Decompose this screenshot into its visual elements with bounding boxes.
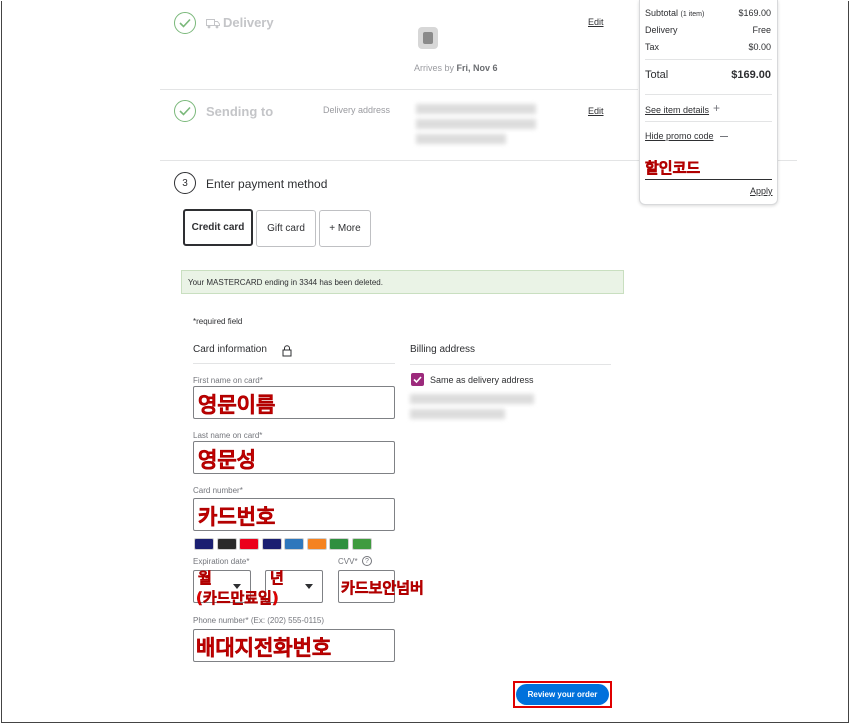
sending-complete-check-icon: [174, 100, 196, 122]
tab-more[interactable]: + More: [319, 210, 371, 247]
same-as-delivery-label: Same as delivery address: [430, 375, 534, 385]
tab-credit-card[interactable]: Credit card: [183, 209, 253, 246]
divider: [645, 121, 772, 122]
redacted-billing-line: [410, 394, 534, 404]
cvv-label: CVV*: [338, 557, 358, 566]
card-logo-4-icon: [261, 538, 282, 550]
minus-icon[interactable]: [720, 136, 728, 137]
truck-icon: [206, 16, 220, 29]
expiration-date-label: Expiration date*: [193, 557, 250, 566]
card-logo-5-icon: [284, 538, 304, 550]
divider: [645, 94, 772, 95]
card-number-label: Card number*: [193, 486, 243, 495]
delivery-value: Free: [752, 25, 771, 35]
total-label: Total: [645, 69, 669, 81]
subtotal-label: Subtotal: [645, 8, 679, 18]
card-logo-3-icon: [239, 538, 259, 550]
delivery-edit-link[interactable]: Edit: [588, 17, 604, 27]
payment-title: Enter payment method: [206, 177, 328, 191]
delivery-row: Delivery Free: [645, 25, 771, 35]
annotation-phone: 배대지전화번호: [196, 636, 332, 661]
card-deleted-alert: Your MASTERCARD ending in 3344 has been …: [181, 270, 624, 294]
divider: [193, 363, 395, 364]
divider: [160, 89, 638, 90]
arrives-prefix: Arrives by: [414, 63, 455, 73]
annotation-first-name: 영문이름: [198, 393, 276, 418]
delivery-complete-check-icon: [174, 12, 196, 34]
card-logo-6-icon: [306, 538, 327, 550]
subtotal-row: Subtotal (1 item) $169.00: [645, 8, 771, 18]
chevron-down-icon: [305, 584, 313, 589]
step-number-badge: 3: [174, 172, 196, 194]
annotation-month: 월: [198, 569, 212, 588]
lock-icon: [282, 344, 292, 357]
divider: [645, 59, 772, 60]
product-thumbnail: [418, 27, 438, 49]
divider: [410, 364, 611, 365]
subtotal-value: $169.00: [738, 8, 771, 18]
hide-promo-code-link[interactable]: Hide promo code: [645, 131, 714, 141]
card-information-heading: Card information: [193, 344, 267, 355]
required-field-note: *required field: [193, 317, 243, 326]
annotation-card-number: 카드번호: [198, 505, 276, 530]
arrives-date: Fri, Nov 6: [456, 63, 498, 73]
card-logo-7-icon: [329, 538, 349, 550]
sending-to-title: Sending to: [206, 104, 274, 119]
tax-row: Tax $0.00: [645, 42, 771, 52]
annotation-expiry-note: (카드만료일): [196, 589, 279, 608]
subtotal-items: (1 item): [680, 11, 705, 18]
review-your-order-button[interactable]: Review your order: [516, 684, 609, 705]
redacted-billing-line: [410, 409, 505, 419]
total-value: $169.00: [731, 69, 771, 81]
card-logo-1-icon: [194, 538, 214, 550]
annotation-last-name: 영문성: [198, 448, 256, 473]
delivery-title: Delivery: [223, 15, 274, 30]
billing-address-heading: Billing address: [410, 344, 476, 355]
same-address-checkbox[interactable]: [411, 373, 424, 386]
annotation-year: 년: [270, 569, 284, 588]
redacted-address-line: [416, 104, 536, 114]
card-logo-8-icon: [351, 538, 372, 550]
sending-edit-link[interactable]: Edit: [588, 106, 604, 116]
last-name-label: Last name on card*: [193, 431, 263, 440]
delivery-label: Delivery: [645, 25, 678, 35]
apply-promo-link[interactable]: Apply: [750, 186, 773, 196]
first-name-label: First name on card*: [193, 376, 263, 385]
tax-value: $0.00: [748, 42, 771, 52]
card-logo-2-icon: [216, 538, 237, 550]
redacted-address-line: [416, 119, 536, 129]
annotation-promo-code: 할인코드: [645, 159, 701, 178]
tab-gift-card[interactable]: Gift card: [256, 210, 316, 247]
redacted-address-line: [416, 134, 506, 144]
see-item-details-link[interactable]: See item details: [645, 105, 709, 115]
delivery-address-label: Delivery address: [323, 105, 391, 115]
help-icon[interactable]: ?: [362, 556, 372, 566]
annotation-cvv: 카드보안넘버: [341, 579, 424, 598]
total-row: Total $169.00: [645, 69, 771, 81]
phone-number-label: Phone number* (Ex: (202) 555-0115): [193, 616, 325, 625]
plus-icon[interactable]: +: [713, 101, 720, 115]
tax-label: Tax: [645, 42, 660, 52]
subtotal-label-group: Subtotal (1 item): [645, 8, 704, 18]
arrives-by-text: Arrives by Fri, Nov 6: [414, 63, 498, 73]
